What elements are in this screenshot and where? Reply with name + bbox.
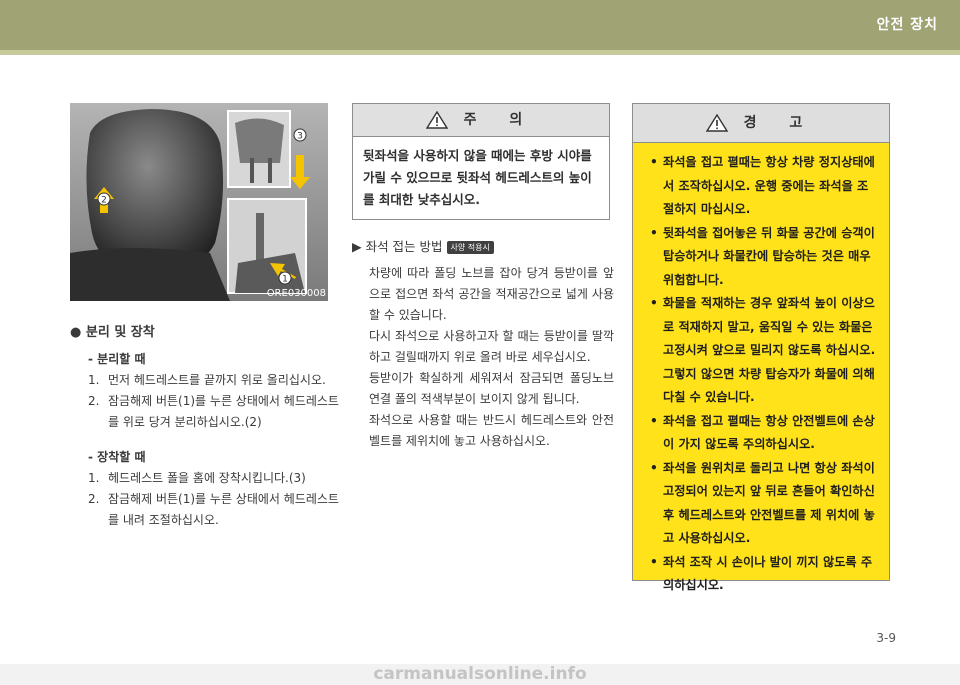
svg-text:3: 3 (297, 132, 303, 142)
warning-box: 경 고 좌석을 접고 펼때는 항상 차량 정지상태에서 조작하십시오. 운행 중… (632, 103, 890, 592)
paragraph: 등받이가 확실하게 세워져서 잠금되면 폴딩노브 연결 폴의 적색부분이 보이지… (369, 371, 614, 406)
caution-text: 뒷좌석을 사용하지 않을 때에는 후방 시야를 가릴 수 있으므로 뒷좌석 헤드… (363, 148, 592, 207)
headrest-illustration: 2 3 1 (70, 103, 328, 301)
watermark: carmanualsonline.info (0, 664, 960, 685)
section-heading: ● 분리 및 장착 (70, 325, 155, 340)
page-number: 3-9 (876, 631, 896, 645)
warning-item: 화물을 적재하는 경우 앞좌석 높이 이상으로 적재하지 말고, 움직일 수 있… (643, 292, 879, 410)
paragraph: 차량에 따라 폴딩 노브를 잡아 당겨 등받이를 앞으로 접으면 좌석 공간을 … (369, 266, 614, 322)
marker-1: 1 (278, 271, 292, 285)
warning-item: 뒷좌석을 접어놓은 뒤 화물 공간에 승객이 탑승하거나 화물칸에 탑승하는 것… (643, 222, 879, 293)
warning-item: 좌석을 원위치로 돌리고 나면 항상 좌석이 고정되어 있는지 앞 뒤로 흔들어… (643, 457, 879, 551)
subheading-attach: - 장착할 때 (88, 450, 146, 464)
svg-text:2: 2 (101, 196, 107, 206)
list-item: 2. 잠금해제 버튼(1)를 누른 상태에서 헤드레스트를 위로 당겨 분리하십시… (88, 394, 339, 429)
subheading-detach: - 분리할 때 (88, 352, 146, 366)
list-item: 2. 잠금해제 버튼(1)를 누른 상태에서 헤드레스트를 내려 조절하십시오. (88, 492, 339, 527)
warning-triangle-icon (425, 111, 448, 129)
warning-item: 좌석을 접고 펼때는 항상 차량 정지상태에서 조작하십시오. 운행 중에는 좌… (643, 151, 879, 222)
list-item: 1. 헤드레스트 폴을 홈에 장착시킵니다.(3) (88, 471, 306, 485)
caution-title: 주 의 (463, 112, 537, 128)
paragraph: 다시 좌석으로 사용하고자 할 때는 등받이를 딸깍하고 걸릴때까지 위로 올려… (369, 329, 614, 364)
section-title: 안전 장치 (876, 17, 938, 33)
section-heading: ▶ 좌석 접는 방법 사양 적용시 (352, 236, 614, 257)
warning-triangle-icon (705, 114, 728, 132)
paragraph: 좌석으로 사용할 때는 반드시 헤드레스트와 안전벨트를 제위치에 놓고 사용하… (369, 413, 614, 448)
caution-header: 주 의 (353, 104, 609, 137)
warning-list: 좌석을 접고 펼때는 항상 차량 정지상태에서 조작하십시오. 운행 중에는 좌… (633, 143, 889, 598)
list-item: 1. 먼저 헤드레스트를 끝까지 위로 올리십시오. (88, 373, 326, 387)
seat-folding-section: ▶ 좌석 접는 방법 사양 적용시 차량에 따라 폴딩 노브를 잡아 당겨 등받이… (352, 236, 614, 452)
warning-item: 좌석을 접고 펼때는 항상 안전벨트에 손상이 가지 않도록 주의하십시오. (643, 410, 879, 457)
warning-header: 경 고 (633, 104, 889, 143)
headrest-figure: 2 3 1 ORE030008 (70, 103, 328, 301)
detach-attach-section: ● 분리 및 장착 - 분리할 때 1. 먼저 헤드레스트를 끝까지 위로 올리십… (70, 322, 340, 531)
header-divider (0, 50, 960, 55)
header-bar: 안전 장치 (0, 0, 960, 50)
figure-caption: ORE030008 (266, 288, 326, 299)
svg-text:1: 1 (282, 275, 288, 285)
marker-2: 2 (97, 192, 111, 206)
warning-title: 경 고 (743, 115, 817, 131)
marker-3: 3 (293, 128, 307, 142)
caution-box: 주 의 뒷좌석을 사용하지 않을 때에는 후방 시야를 가릴 수 있으므로 뒷좌… (352, 103, 610, 220)
warning-item: 좌석 조작 시 손이나 발이 끼지 않도록 주의하십시오. (643, 551, 879, 598)
option-badge: 사양 적용시 (446, 241, 494, 254)
